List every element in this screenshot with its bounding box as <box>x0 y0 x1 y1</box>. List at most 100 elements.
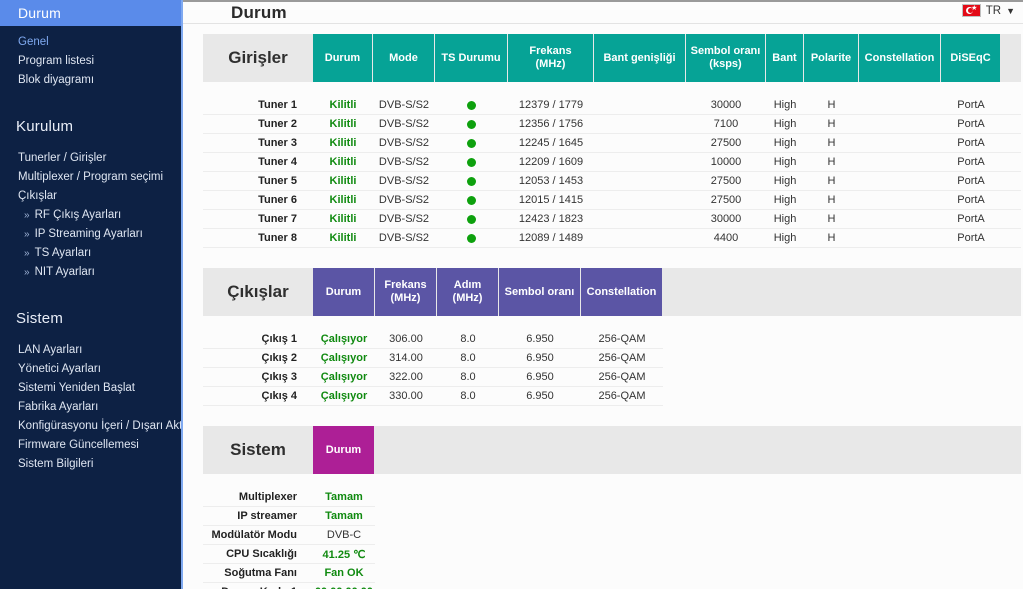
cell-durum: Kilitli <box>329 213 357 225</box>
cell-polarite: H <box>827 118 836 130</box>
status-dot-icon <box>467 214 476 224</box>
sidebar-item-label: TS Ayarları <box>34 247 92 259</box>
row-label: Tuner 7 <box>258 213 297 225</box>
sidebar-item-3[interactable]: » RF Çıkış Ayarları <box>0 206 181 225</box>
column-header: Constellation <box>859 34 941 82</box>
cell-sembol_orani: 27500 <box>710 137 742 149</box>
table-row: Tuner 5 Kilitli DVB-S/S2 12053 / 1453 27500 H… <box>203 172 1021 191</box>
cell-bant: High <box>773 156 797 168</box>
topbar: Durum TR ▼ <box>183 0 1023 24</box>
cell-frekans: 12089 / 1489 <box>518 232 584 244</box>
cell-durum: Kilitli <box>329 118 357 130</box>
column-header-text: Adım (MHz) <box>453 279 483 305</box>
language-selector[interactable]: TR ▼ <box>961 4 1015 17</box>
cell-ts_durumu <box>435 214 508 224</box>
sidebar-item-4[interactable]: Konfigürasyonu İçeri / Dışarı Aktar. <box>0 417 181 436</box>
sidebar-item-label: Blok diyagramı <box>18 74 95 86</box>
cell-diseqc: PortA <box>957 137 985 149</box>
cell-polarite: H <box>827 232 836 244</box>
table-row: Soğutma Fanı Fan OK <box>203 564 375 583</box>
table-row: Tuner 8 Kilitli DVB-S/S2 12089 / 1489 4400 Hi… <box>203 229 1021 248</box>
column-header: DiSEqC <box>941 34 1001 82</box>
sidebar-item-6[interactable]: Sistem Bilgileri <box>0 455 181 474</box>
row-label: Çıkış 2 <box>261 352 297 364</box>
table-title: Çıkışlar <box>227 282 289 301</box>
column-header-line1: Polarite <box>810 51 852 64</box>
cell-durum: Kilitli <box>329 99 357 111</box>
cell-ts_durumu <box>435 233 508 243</box>
sidebar-section-status[interactable]: Durum <box>0 0 181 26</box>
cell-sembol_orani: 10000 <box>710 156 742 168</box>
cell-diseqc: PortA <box>957 232 985 244</box>
cell-mode: DVB-S/S2 <box>378 194 430 206</box>
sidebar-item-4[interactable]: » IP Streaming Ayarları <box>0 225 181 244</box>
cell-adim: 8.0 <box>460 352 476 364</box>
cell-durum: Kilitli <box>329 175 357 187</box>
cell-ts_durumu <box>435 119 508 129</box>
cell-polarite: H <box>827 194 836 206</box>
cell-ts_durumu <box>435 176 508 186</box>
row-label: Çıkış 1 <box>261 333 297 345</box>
cell-diseqc: PortA <box>957 175 985 187</box>
column-header-line1: Frekans <box>529 45 572 57</box>
column-header: Durum <box>313 268 375 316</box>
sidebar-item-6[interactable]: » NIT Ayarları <box>0 263 181 282</box>
cell-bant: High <box>773 99 797 111</box>
column-header: Mode <box>373 34 435 82</box>
sidebar-section-setup[interactable]: Kurulum <box>0 112 181 142</box>
sidebar-item-2[interactable]: Blok diyagramı <box>0 71 181 90</box>
sidebar-item-1[interactable]: Multiplexer / Program seçimi <box>0 168 181 187</box>
cell-bant: High <box>773 118 797 130</box>
column-header-line1: Bant <box>772 51 797 64</box>
header-filler <box>663 268 1021 316</box>
cell-sembol_orani: 6.950 <box>526 352 554 364</box>
column-header: Durum <box>313 34 373 82</box>
cell-durum: Çalışıyor <box>320 352 368 364</box>
sidebar-item-label: Program listesi <box>18 55 95 67</box>
cell-mode: DVB-S/S2 <box>378 137 430 149</box>
cell-durum: Kilitli <box>329 232 357 244</box>
cell-sembol_orani: 6.950 <box>526 390 554 402</box>
sidebar-item-0[interactable]: Tunerler / Girişler <box>0 149 181 168</box>
cell-constellation: 256-QAM <box>598 390 646 402</box>
cell-sembol_orani: 27500 <box>710 175 742 187</box>
cell-diseqc: PortA <box>957 156 985 168</box>
cell-polarite: H <box>827 213 836 225</box>
cell-value: 41.25 ℃ <box>322 548 366 561</box>
sidebar-item-3[interactable]: Fabrika Ayarları <box>0 398 181 417</box>
table-row: Çıkış 4 Çalışıyor 330.00 8.0 6.950 256-QAM <box>203 387 663 406</box>
table-row: Tuner 4 Kilitli DVB-S/S2 12209 / 1609 10000 H… <box>203 153 1021 172</box>
column-header-line1: TS Durumu <box>441 51 501 64</box>
sidebar-item-2[interactable]: Çıkışlar <box>0 187 181 206</box>
language-code: TR <box>985 4 1002 17</box>
sidebar-item-2[interactable]: Sistemi Yeniden Başlat <box>0 379 181 398</box>
cell-value: DVB-C <box>326 529 362 541</box>
sidebar-item-5[interactable]: » TS Ayarları <box>0 244 181 263</box>
row-label: Modülatör Modu <box>211 529 297 541</box>
row-label: Tuner 3 <box>258 137 297 149</box>
cell-ts_durumu <box>435 138 508 148</box>
main-content: Durum TR ▼ Girişler Durum Mode TS Durumu Fre… <box>181 0 1023 589</box>
sidebar-section-system[interactable]: Sistem <box>0 304 181 334</box>
status-dot-icon <box>467 157 476 167</box>
column-header: Polarite <box>804 34 859 82</box>
sidebar-item-1[interactable]: Yönetici Ayarları <box>0 360 181 379</box>
sidebar-item-0[interactable]: LAN Ayarları <box>0 341 181 360</box>
sidebar-item-1[interactable]: Program listesi <box>0 52 181 71</box>
sidebar-item-label: Tunerler / Girişler <box>18 152 107 164</box>
cell-polarite: H <box>827 99 836 111</box>
column-header-line1: Frekans <box>384 279 427 291</box>
table-row: Çıkış 1 Çalışıyor 306.00 8.0 6.950 256-QAM <box>203 330 663 349</box>
row-label: IP streamer <box>237 510 297 522</box>
sidebar-item-0[interactable]: Genel <box>0 33 181 52</box>
cell-value: Fan OK <box>324 567 364 579</box>
row-label: Tuner 4 <box>258 156 297 168</box>
table-title: Sistem <box>230 440 286 459</box>
column-header-line2: (MHz) <box>390 292 421 304</box>
table-row: Tuner 2 Kilitli DVB-S/S2 12356 / 1756 7100 Hi… <box>203 115 1021 134</box>
sidebar-item-5[interactable]: Firmware Güncellemesi <box>0 436 181 455</box>
cell-value: Tamam <box>325 510 363 522</box>
cell-ts_durumu <box>435 195 508 205</box>
table-row: Modülatör Modu DVB-C <box>203 526 375 545</box>
chevron-right-icon: » <box>24 267 30 278</box>
